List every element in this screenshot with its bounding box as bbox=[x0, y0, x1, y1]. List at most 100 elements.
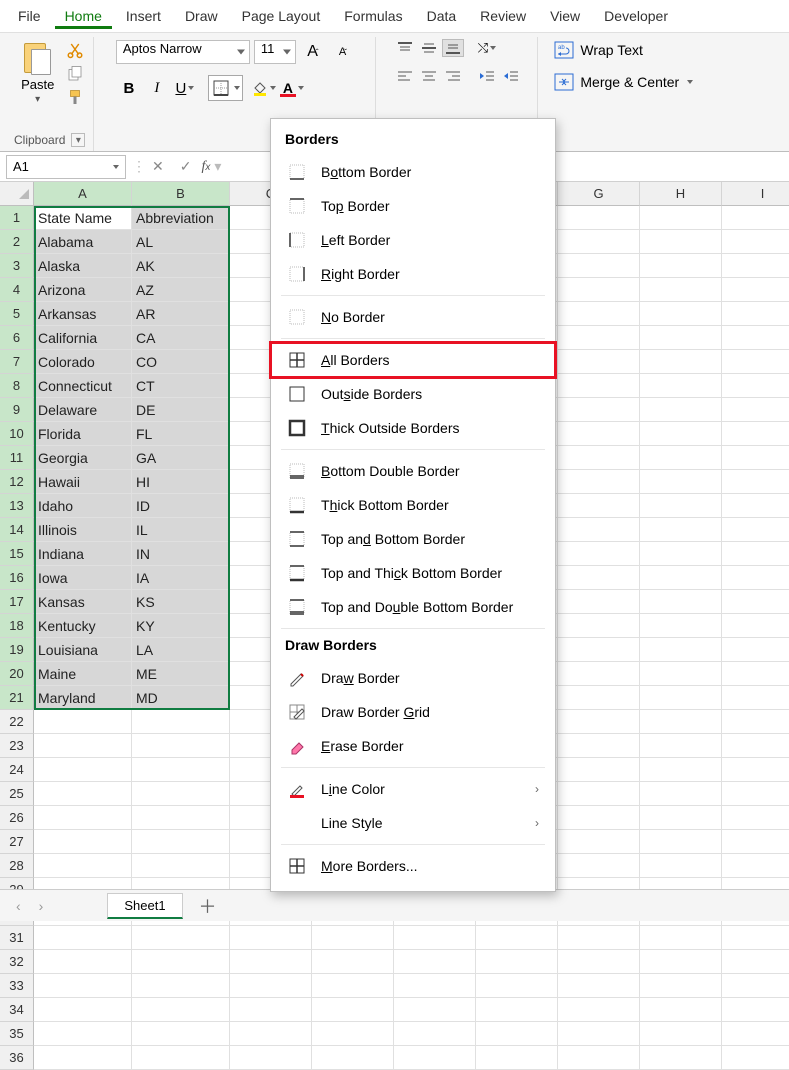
cell-A33[interactable] bbox=[34, 974, 132, 998]
cell-C32[interactable] bbox=[230, 950, 312, 974]
align-middle-button[interactable] bbox=[418, 39, 440, 57]
column-header-I[interactable]: I bbox=[722, 182, 789, 206]
row-header-32[interactable]: 32 bbox=[0, 950, 34, 974]
cell-A34[interactable] bbox=[34, 998, 132, 1022]
cell-H14[interactable] bbox=[640, 518, 722, 542]
cell-A27[interactable] bbox=[34, 830, 132, 854]
cell-C33[interactable] bbox=[230, 974, 312, 998]
cell-A11[interactable]: Georgia bbox=[34, 446, 132, 470]
cell-G24[interactable] bbox=[558, 758, 640, 782]
cell-A26[interactable] bbox=[34, 806, 132, 830]
cell-A15[interactable]: Indiana bbox=[34, 542, 132, 566]
cell-A12[interactable]: Hawaii bbox=[34, 470, 132, 494]
cell-H34[interactable] bbox=[640, 998, 722, 1022]
menu-developer[interactable]: Developer bbox=[594, 4, 678, 28]
cell-B18[interactable]: KY bbox=[132, 614, 230, 638]
row-header-7[interactable]: 7 bbox=[0, 350, 34, 374]
column-header-H[interactable]: H bbox=[640, 182, 722, 206]
underline-button[interactable]: U bbox=[172, 75, 198, 101]
dropdown-item-thick-bottom-border[interactable]: Thick Bottom Border bbox=[271, 488, 555, 522]
cell-I14[interactable] bbox=[722, 518, 789, 542]
cell-C34[interactable] bbox=[230, 998, 312, 1022]
cell-B33[interactable] bbox=[132, 974, 230, 998]
cell-I8[interactable] bbox=[722, 374, 789, 398]
wrap-text-button[interactable]: ab Wrap Text bbox=[548, 39, 649, 61]
cell-H12[interactable] bbox=[640, 470, 722, 494]
dropdown-item-top-and-thick-bottom-border[interactable]: Top and Thick Bottom Border bbox=[271, 556, 555, 590]
cell-H10[interactable] bbox=[640, 422, 722, 446]
dialog-launcher-icon[interactable]: ▾ bbox=[71, 133, 85, 147]
cell-G5[interactable] bbox=[558, 302, 640, 326]
row-header-15[interactable]: 15 bbox=[0, 542, 34, 566]
cell-I13[interactable] bbox=[722, 494, 789, 518]
row-header-14[interactable]: 14 bbox=[0, 518, 34, 542]
dropdown-item-bottom-border[interactable]: Bottom Border bbox=[271, 155, 555, 189]
menu-review[interactable]: Review bbox=[470, 4, 536, 28]
cell-G28[interactable] bbox=[558, 854, 640, 878]
row-header-13[interactable]: 13 bbox=[0, 494, 34, 518]
cell-B11[interactable]: GA bbox=[132, 446, 230, 470]
cell-B8[interactable]: CT bbox=[132, 374, 230, 398]
row-header-19[interactable]: 19 bbox=[0, 638, 34, 662]
cell-G34[interactable] bbox=[558, 998, 640, 1022]
cell-A24[interactable] bbox=[34, 758, 132, 782]
cell-C35[interactable] bbox=[230, 1022, 312, 1046]
cell-H24[interactable] bbox=[640, 758, 722, 782]
menu-draw[interactable]: Draw bbox=[175, 4, 228, 28]
cell-I9[interactable] bbox=[722, 398, 789, 422]
cell-G26[interactable] bbox=[558, 806, 640, 830]
cell-I16[interactable] bbox=[722, 566, 789, 590]
cell-F34[interactable] bbox=[476, 998, 558, 1022]
align-left-button[interactable] bbox=[394, 67, 416, 85]
cell-G25[interactable] bbox=[558, 782, 640, 806]
sheet-tab[interactable]: Sheet1 bbox=[107, 893, 182, 919]
dropdown-item-line-style[interactable]: Line Style› bbox=[271, 806, 555, 840]
cell-A28[interactable] bbox=[34, 854, 132, 878]
column-header-A[interactable]: A bbox=[34, 182, 132, 206]
decrease-font-button[interactable]: Aˇ bbox=[330, 39, 356, 65]
cell-H20[interactable] bbox=[640, 662, 722, 686]
cell-H23[interactable] bbox=[640, 734, 722, 758]
cell-H7[interactable] bbox=[640, 350, 722, 374]
cell-E36[interactable] bbox=[394, 1046, 476, 1070]
cell-B17[interactable]: KS bbox=[132, 590, 230, 614]
cell-G1[interactable] bbox=[558, 206, 640, 230]
cell-C36[interactable] bbox=[230, 1046, 312, 1070]
cell-I19[interactable] bbox=[722, 638, 789, 662]
merge-center-button[interactable]: Merge & Center bbox=[548, 71, 699, 93]
cell-G20[interactable] bbox=[558, 662, 640, 686]
cell-A20[interactable]: Maine bbox=[34, 662, 132, 686]
cell-A21[interactable]: Maryland bbox=[34, 686, 132, 710]
cell-H19[interactable] bbox=[640, 638, 722, 662]
decrease-indent-button[interactable] bbox=[476, 67, 498, 85]
dropdown-item-top-and-bottom-border[interactable]: Top and Bottom Border bbox=[271, 522, 555, 556]
dropdown-item-erase-border[interactable]: Erase Border bbox=[271, 729, 555, 763]
cell-A18[interactable]: Kentucky bbox=[34, 614, 132, 638]
cell-I6[interactable] bbox=[722, 326, 789, 350]
cell-G8[interactable] bbox=[558, 374, 640, 398]
cell-I10[interactable] bbox=[722, 422, 789, 446]
cell-A17[interactable]: Kansas bbox=[34, 590, 132, 614]
cell-I1[interactable] bbox=[722, 206, 789, 230]
cell-B24[interactable] bbox=[132, 758, 230, 782]
cell-G35[interactable] bbox=[558, 1022, 640, 1046]
cell-H18[interactable] bbox=[640, 614, 722, 638]
cell-G11[interactable] bbox=[558, 446, 640, 470]
menu-home[interactable]: Home bbox=[55, 4, 112, 29]
align-right-button[interactable] bbox=[442, 67, 464, 85]
row-header-36[interactable]: 36 bbox=[0, 1046, 34, 1070]
next-sheet-button[interactable]: › bbox=[35, 898, 48, 914]
cell-G32[interactable] bbox=[558, 950, 640, 974]
cell-I22[interactable] bbox=[722, 710, 789, 734]
cell-I11[interactable] bbox=[722, 446, 789, 470]
dropdown-item-no-border[interactable]: No Border bbox=[271, 300, 555, 334]
cell-G18[interactable] bbox=[558, 614, 640, 638]
menu-formulas[interactable]: Formulas bbox=[334, 4, 412, 28]
cell-G13[interactable] bbox=[558, 494, 640, 518]
cell-A31[interactable] bbox=[34, 926, 132, 950]
cell-I17[interactable] bbox=[722, 590, 789, 614]
cell-I2[interactable] bbox=[722, 230, 789, 254]
row-header-2[interactable]: 2 bbox=[0, 230, 34, 254]
cell-I3[interactable] bbox=[722, 254, 789, 278]
cell-B15[interactable]: IN bbox=[132, 542, 230, 566]
